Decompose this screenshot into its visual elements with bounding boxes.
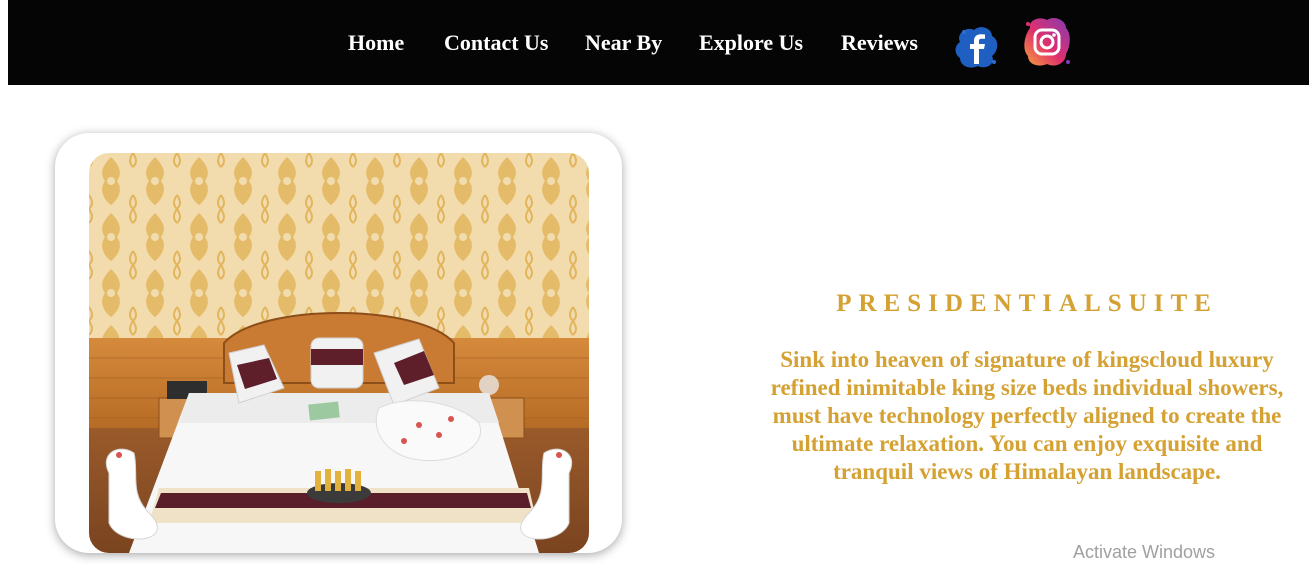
nav-contact-link[interactable]: Contact Us: [444, 30, 549, 56]
activate-windows-watermark: Activate Windows: [1073, 542, 1216, 562]
nav-home-link[interactable]: Home: [348, 30, 404, 56]
instagram-link[interactable]: [1020, 14, 1074, 75]
room-description: Sink into heaven of signature of kingscl…: [770, 347, 1284, 484]
instagram-icon: [1024, 17, 1070, 66]
facebook-icon: [955, 27, 998, 68]
room-title: PRESIDENTIALSUITE: [836, 290, 1218, 317]
facebook-link[interactable]: [952, 22, 1002, 77]
top-navbar: Home Contact Us Near By Explore Us Revie…: [8, 0, 1309, 85]
nav-explore-link[interactable]: Explore Us: [699, 30, 803, 56]
nav-nearby-link[interactable]: Near By: [585, 30, 662, 56]
nav-menu: Home Contact Us Near By Explore Us Revie…: [8, 0, 1309, 85]
nav-reviews-link[interactable]: Reviews: [841, 30, 918, 56]
room-photo: [89, 153, 589, 553]
room-image-card: [55, 133, 622, 553]
